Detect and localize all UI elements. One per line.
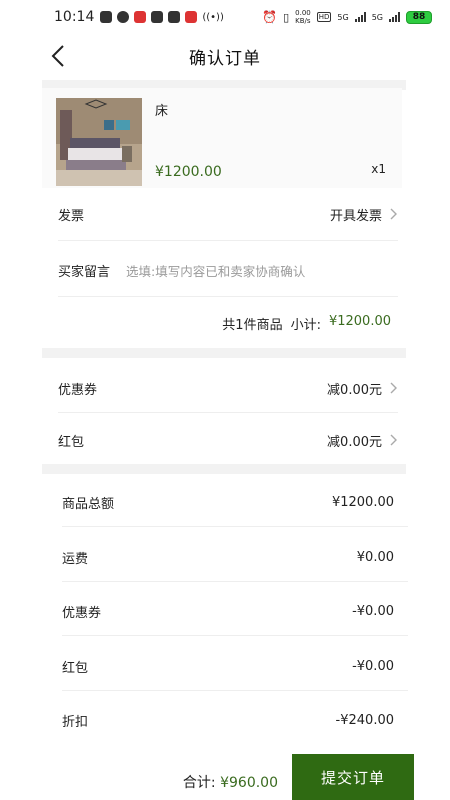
- product-image[interactable]: [56, 98, 142, 186]
- vibrate-icon: ▯: [283, 10, 290, 24]
- cloud-icon: [168, 11, 181, 23]
- signal-icon-2: [389, 12, 400, 22]
- section-divider: [42, 464, 406, 474]
- notification-icons: ((•)): [100, 11, 224, 23]
- product-card[interactable]: 床 ¥1200.00 x1: [42, 88, 402, 188]
- item-count: 共1件商品: [222, 318, 283, 333]
- network-label-2: 5G: [371, 12, 383, 22]
- row-divider: [62, 526, 408, 527]
- product-price: ¥1200.00: [155, 164, 222, 180]
- row-divider: [58, 240, 398, 241]
- breakdown-value: ¥1200.00: [331, 494, 394, 510]
- breakdown-row: 优惠券 -¥0.00: [62, 601, 394, 621]
- breakdown-row: 商品总额 ¥1200.00: [62, 492, 394, 512]
- remark-input[interactable]: 选填:填写内容已和卖家协商确认: [126, 261, 305, 280]
- status-bar: 10:14 ((•)) ⏰ ▯ 0.00 KB/s HD 5G 5G 88: [0, 0, 450, 34]
- breakdown-value: -¥0.00: [352, 658, 394, 674]
- row-divider: [58, 412, 398, 413]
- row-divider: [62, 690, 408, 691]
- invoice-value: 开具发票: [329, 208, 382, 224]
- subtotal-label: 小计:: [290, 318, 321, 333]
- hd-icon: HD: [316, 12, 332, 22]
- breakdown-label: 商品总额: [62, 496, 115, 512]
- box-icon: [151, 11, 164, 23]
- breakdown-value: ¥0.00: [356, 549, 394, 565]
- chevron-right-icon: [390, 434, 397, 446]
- chevron-left-icon: [51, 45, 64, 67]
- breakdown-label: 运费: [62, 551, 89, 567]
- product-name: 床: [155, 104, 169, 119]
- status-right: ⏰ ▯ 0.00 KB/s HD 5G 5G 88: [262, 9, 432, 25]
- total-amount: ¥960.00: [220, 775, 278, 791]
- coupon-row[interactable]: 优惠券 减0.00元: [58, 378, 398, 398]
- redpacket-value: 减0.00元: [327, 434, 382, 450]
- chat-icon: [117, 11, 130, 23]
- video-icon: [134, 11, 147, 23]
- app-icon: [100, 11, 113, 23]
- chevron-right-icon: [390, 382, 397, 394]
- subtotal-amount: ¥1200.00: [328, 314, 391, 329]
- breakdown-value: -¥0.00: [352, 603, 394, 619]
- row-divider: [62, 581, 408, 582]
- nfc-icon: ((•)): [202, 11, 224, 23]
- breakdown-label: 折扣: [62, 714, 89, 730]
- redpacket-row[interactable]: 红包 减0.00元: [58, 430, 398, 450]
- order-summary: 共1件商品 小计: ¥1200.00: [222, 314, 391, 333]
- breakdown-row: 折扣 -¥240.00: [62, 710, 394, 730]
- nav-bar: 确认订单: [0, 34, 450, 78]
- back-button[interactable]: [44, 42, 72, 70]
- signal-icon: [354, 12, 366, 22]
- invoice-label: 发票: [58, 208, 85, 224]
- total-label: 合计:: [182, 775, 216, 791]
- speed-indicator: 0.00 KB/s: [295, 9, 311, 25]
- news-icon: [185, 11, 198, 23]
- coupon-value: 减0.00元: [327, 382, 382, 398]
- invoice-row[interactable]: 发票 开具发票: [58, 204, 398, 224]
- redpacket-label: 红包: [58, 434, 85, 450]
- bottom-bar: 合计: ¥960.00 提交订单: [0, 752, 450, 800]
- breakdown-label: 红包: [62, 660, 89, 676]
- breakdown-row: 红包 -¥0.00: [62, 656, 394, 676]
- network-label-1: 5G: [337, 12, 349, 22]
- coupon-label: 优惠券: [58, 382, 98, 398]
- product-quantity: x1: [371, 162, 386, 176]
- alarm-icon: ⏰: [262, 10, 278, 24]
- row-divider: [62, 635, 408, 636]
- breakdown-row: 运费 ¥0.00: [62, 547, 394, 567]
- chevron-right-icon: [390, 208, 397, 220]
- breakdown-value: -¥240.00: [335, 712, 394, 728]
- breakdown-label: 优惠券: [62, 605, 102, 621]
- page-title: 确认订单: [189, 48, 261, 69]
- status-time: 10:14: [54, 9, 95, 25]
- remark-row: 买家留言 选填:填写内容已和卖家协商确认: [58, 260, 398, 280]
- remark-label: 买家留言: [58, 264, 111, 280]
- order-total: 合计: ¥960.00: [183, 772, 278, 792]
- section-divider: [42, 348, 406, 358]
- row-divider: [58, 296, 398, 297]
- submit-order-button[interactable]: 提交订单: [292, 754, 414, 800]
- battery-icon: 88: [406, 10, 432, 24]
- bedroom-image: [56, 98, 142, 186]
